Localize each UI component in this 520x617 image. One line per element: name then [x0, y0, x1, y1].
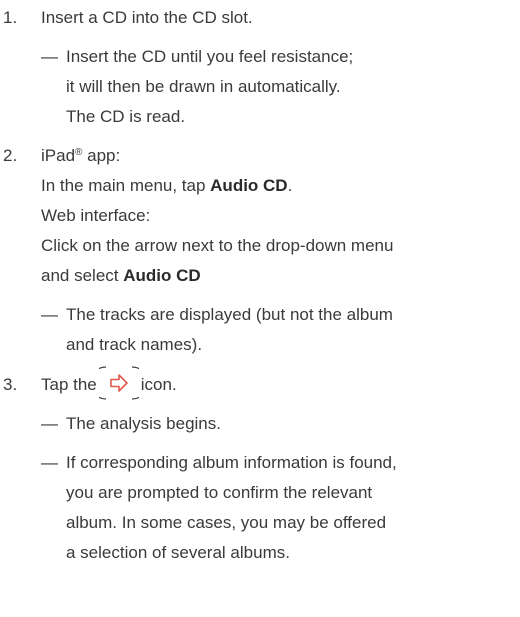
ipad-app-label: iPad® app: — [41, 146, 121, 165]
result-dash: — — [41, 453, 58, 472]
step-number: 2. — [3, 146, 18, 165]
web-interface-label: Web interface: — [41, 206, 151, 225]
result-dash: — — [41, 305, 58, 324]
result-dash: — — [41, 47, 58, 66]
tap-instruction: Tap the icon. — [41, 365, 177, 401]
step-number: 1. — [3, 8, 18, 27]
main-menu-instruction: In the main menu, tap Audio CD. — [41, 176, 293, 195]
result-text: it will then be drawn in automatically. — [66, 77, 341, 96]
instruction-document: 1. Insert a CD into the CD slot. — Inser… — [0, 0, 520, 617]
result-text: Insert the CD until you feel resistance; — [66, 47, 354, 66]
step-text: Insert a CD into the CD slot. — [41, 8, 253, 27]
forward-arrow-icon — [98, 365, 139, 400]
audio-cd-select-term: Audio CD — [123, 266, 201, 285]
result-dash: — — [41, 414, 58, 433]
result-text: a selection of several albums. — [66, 543, 290, 562]
click-instruction: Click on the arrow next to the drop-down… — [41, 236, 394, 255]
step-number: 3. — [3, 375, 18, 394]
result-text: The tracks are displayed (but not the al… — [66, 305, 393, 324]
result-text: The CD is read. — [66, 107, 186, 126]
result-text: and track names). — [66, 335, 203, 354]
result-text: you are prompted to confirm the relevant — [66, 483, 373, 502]
result-text: album. In some cases, you may be offered — [66, 513, 387, 532]
select-instruction: and select Audio CD — [41, 266, 201, 285]
audio-cd-menu-term: Audio CD — [210, 176, 288, 195]
result-text: The analysis begins. — [66, 414, 221, 433]
result-text: If corresponding album information is fo… — [66, 453, 397, 472]
